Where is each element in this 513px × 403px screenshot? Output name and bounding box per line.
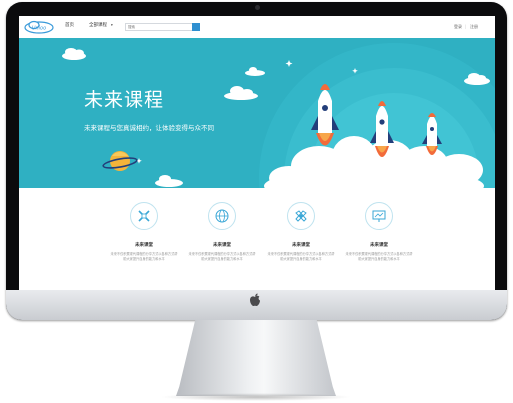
stand-shadow (160, 393, 352, 401)
feature-title: 未来课堂 (135, 243, 153, 248)
tools-icon (287, 202, 315, 230)
presentation-board-icon (365, 202, 393, 230)
globe-icon (208, 202, 236, 230)
search-button[interactable] (192, 23, 200, 37)
auth-divider: | (465, 24, 467, 29)
feature-card[interactable]: 未来课堂 未来不仅积累现代课程的分享方式以各种方式帮助大家提升自身的能力和水平 (187, 202, 257, 262)
cloud-icon (155, 175, 183, 187)
feature-card[interactable]: 未来课堂 未来不仅积累现代课程的分享方式以各种方式帮助大家提升自身的能力和水平 (344, 202, 414, 262)
feature-card[interactable]: 未来课堂 未来不仅积累现代课程的分享方式以各种方式帮助大家提升自身的能力和水平 (266, 202, 336, 262)
cloud-icon (245, 67, 265, 76)
feature-title: 未来课堂 (292, 243, 310, 248)
monitor-chin (6, 290, 507, 320)
cloud-icon (224, 86, 258, 100)
register-link[interactable]: 注册 (470, 24, 478, 30)
cloud-icon (62, 48, 86, 60)
monitor-stand (176, 320, 336, 396)
feature-description: 未来不仅积累现代课程的分享方式以各种方式帮助大家提升自身的能力和水平 (110, 252, 178, 261)
feature-description: 未来不仅积累现代课程的分享方式以各种方式帮助大家提升自身的能力和水平 (345, 252, 413, 261)
chevron-down-icon[interactable]: ▾ (111, 23, 113, 27)
nav-item-all-courses[interactable]: 全部课程 (89, 22, 107, 28)
feature-card[interactable]: 未来课堂 未来不仅积累现代课程的分享方式以各种方式帮助大家提升自身的能力和水平 (109, 202, 179, 262)
monitor-screen: Unioo 首页 全部课程 ▾ 登录 | 注册 (19, 16, 495, 290)
pencil-ruler-icon (130, 202, 158, 230)
hero-subtitle: 未来课程与您真诚相约，让体验变得与众不同 (84, 124, 214, 132)
features-section: 未来课堂 未来不仅积累现代课程的分享方式以各种方式帮助大家提升自身的能力和水平 … (19, 188, 495, 290)
nav-item-home[interactable]: 首页 (65, 22, 74, 28)
site-logo[interactable]: Unioo (23, 20, 55, 34)
feature-title: 未来课堂 (213, 243, 231, 248)
feature-title: 未来课堂 (370, 243, 388, 248)
hero-illustration (62, 43, 495, 188)
login-link[interactable]: 登录 (454, 24, 462, 30)
logo-text: Unioo (32, 26, 46, 32)
feature-description: 未来不仅积累现代课程的分享方式以各种方式帮助大家提升自身的能力和水平 (188, 252, 256, 261)
feature-description: 未来不仅积累现代课程的分享方式以各种方式帮助大家提升自身的能力和水平 (267, 252, 335, 261)
hero-banner: 未来课程 未来课程与您真诚相约，让体验变得与众不同 (19, 38, 495, 188)
search-input[interactable] (125, 23, 193, 31)
planet-icon (102, 151, 138, 171)
search-icon (193, 31, 199, 37)
camera-dot (255, 5, 260, 10)
site-header: Unioo 首页 全部课程 ▾ 登录 | 注册 (19, 16, 495, 39)
apple-logo-icon (250, 293, 260, 306)
hero-title: 未来课程 (84, 89, 165, 111)
